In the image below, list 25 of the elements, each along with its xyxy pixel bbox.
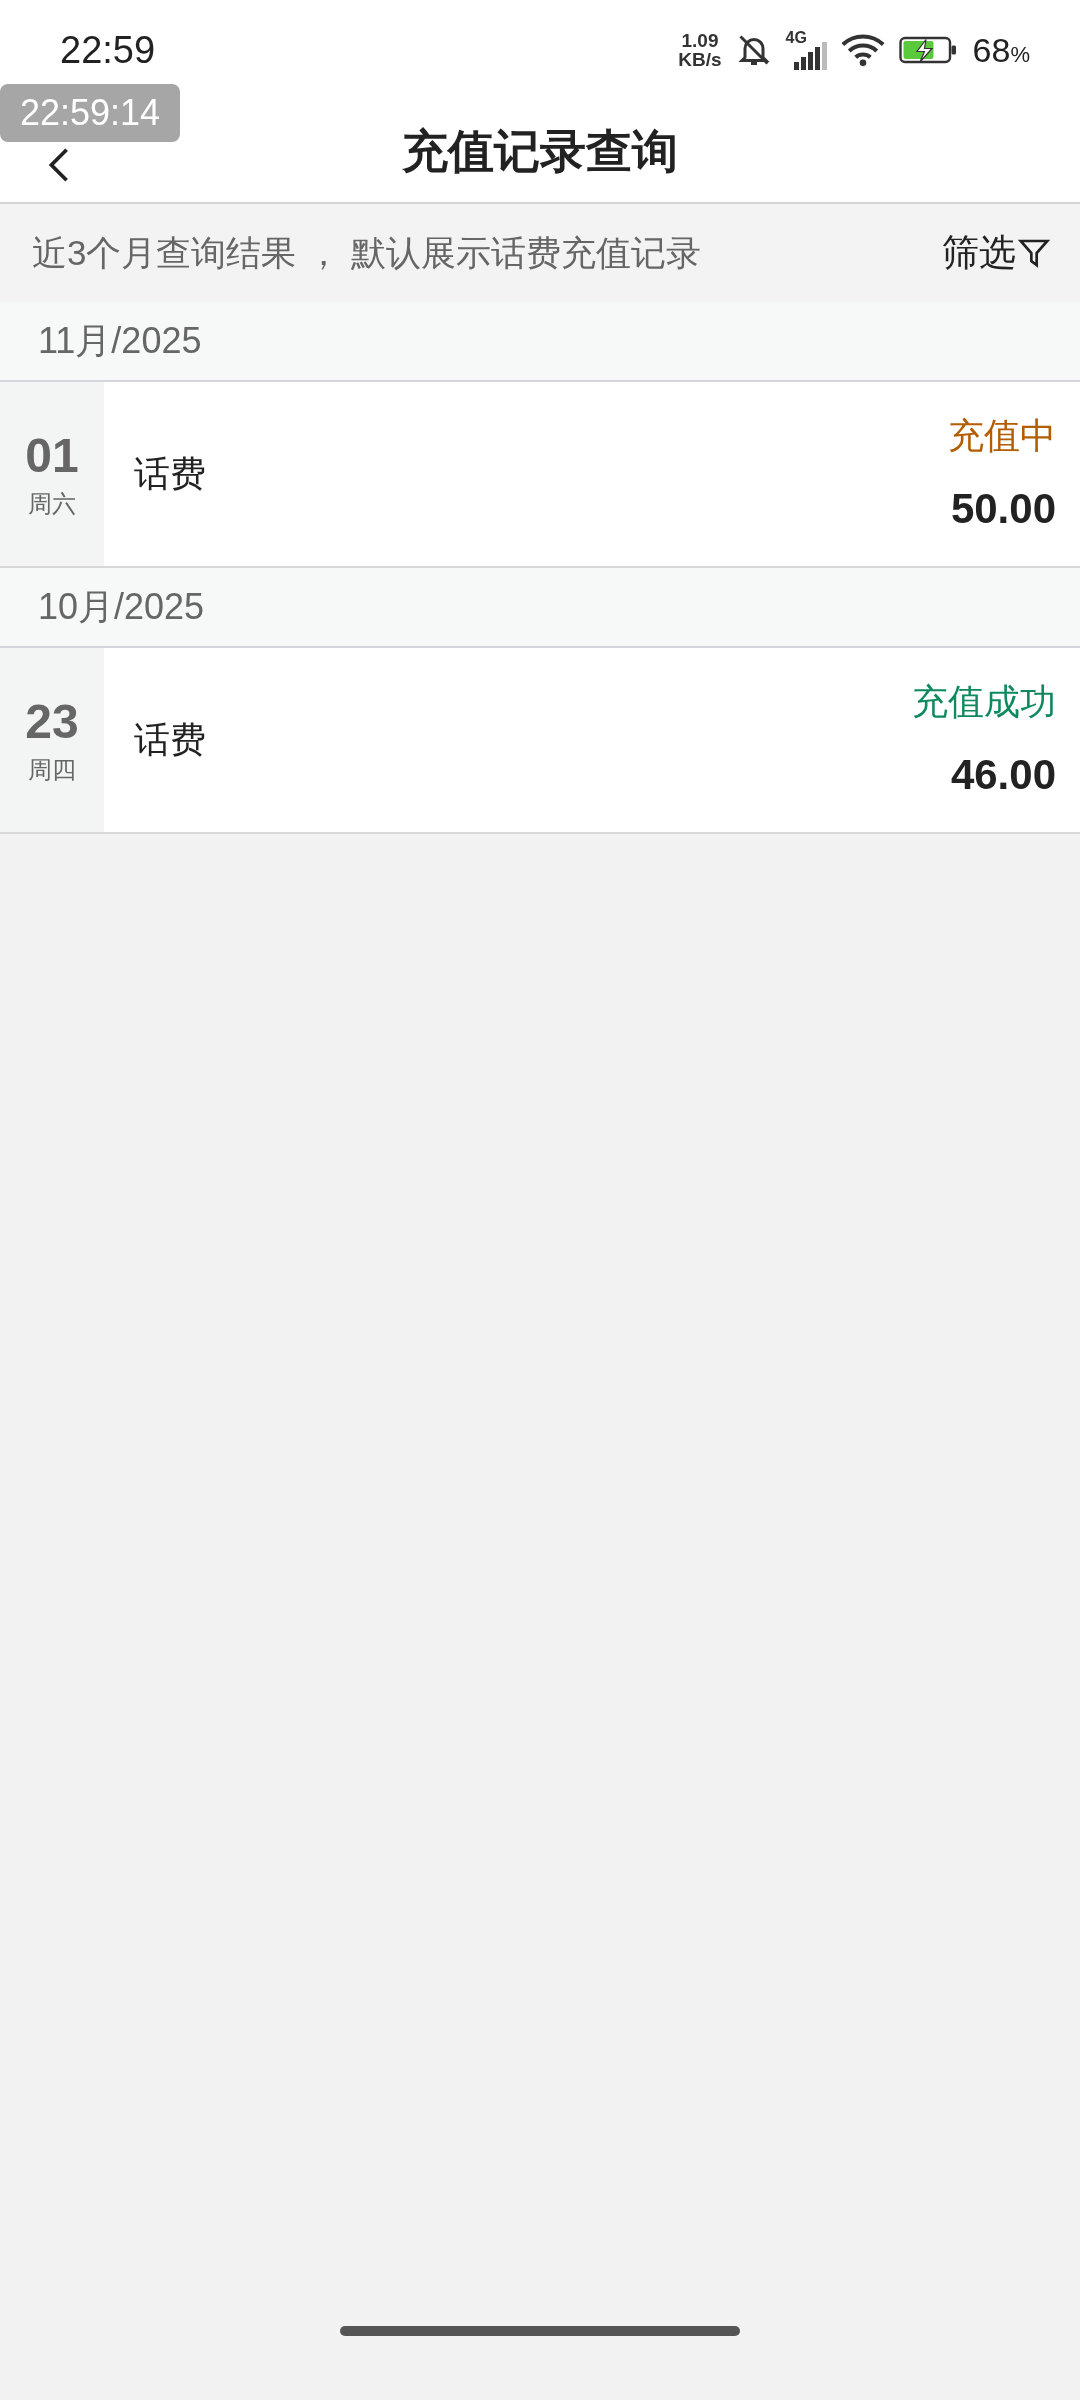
weekday-label: 周四 bbox=[28, 755, 76, 785]
day-number: 01 bbox=[25, 428, 79, 484]
record-row[interactable]: 23 周四 话费 充值成功 46.00 bbox=[0, 648, 1080, 834]
day-number: 23 bbox=[25, 694, 79, 750]
record-row[interactable]: 01 周六 话费 充值中 50.00 bbox=[0, 382, 1080, 568]
page-title: 充值记录查询 bbox=[402, 123, 678, 179]
record-type: 话费 bbox=[134, 452, 206, 496]
network-speed: 1.09 KB/s bbox=[678, 31, 722, 69]
month-header: 10月/2025 bbox=[38, 585, 205, 629]
filter-icon bbox=[1018, 237, 1050, 269]
filter-button[interactable]: 筛选 bbox=[942, 225, 1050, 281]
filter-note: 近3个月查询结果 ， 默认展示话费充值记录 bbox=[32, 231, 701, 274]
weekday-label: 周六 bbox=[28, 489, 76, 519]
record-amount: 46.00 bbox=[950, 749, 1056, 800]
month-header: 11月/2025 bbox=[38, 319, 202, 363]
record-type: 话费 bbox=[134, 718, 206, 762]
wifi-icon bbox=[840, 33, 885, 67]
battery-percent: 68% bbox=[972, 29, 1030, 71]
status-time: 22:59 bbox=[60, 27, 156, 73]
record-amount: 50.00 bbox=[950, 483, 1056, 534]
timestamp-badge: 22:59:14 bbox=[0, 84, 181, 142]
battery-icon bbox=[898, 35, 959, 65]
record-status: 充值成功 bbox=[912, 679, 1056, 724]
record-status: 充值中 bbox=[948, 413, 1056, 458]
chevron-left-icon bbox=[48, 146, 70, 184]
